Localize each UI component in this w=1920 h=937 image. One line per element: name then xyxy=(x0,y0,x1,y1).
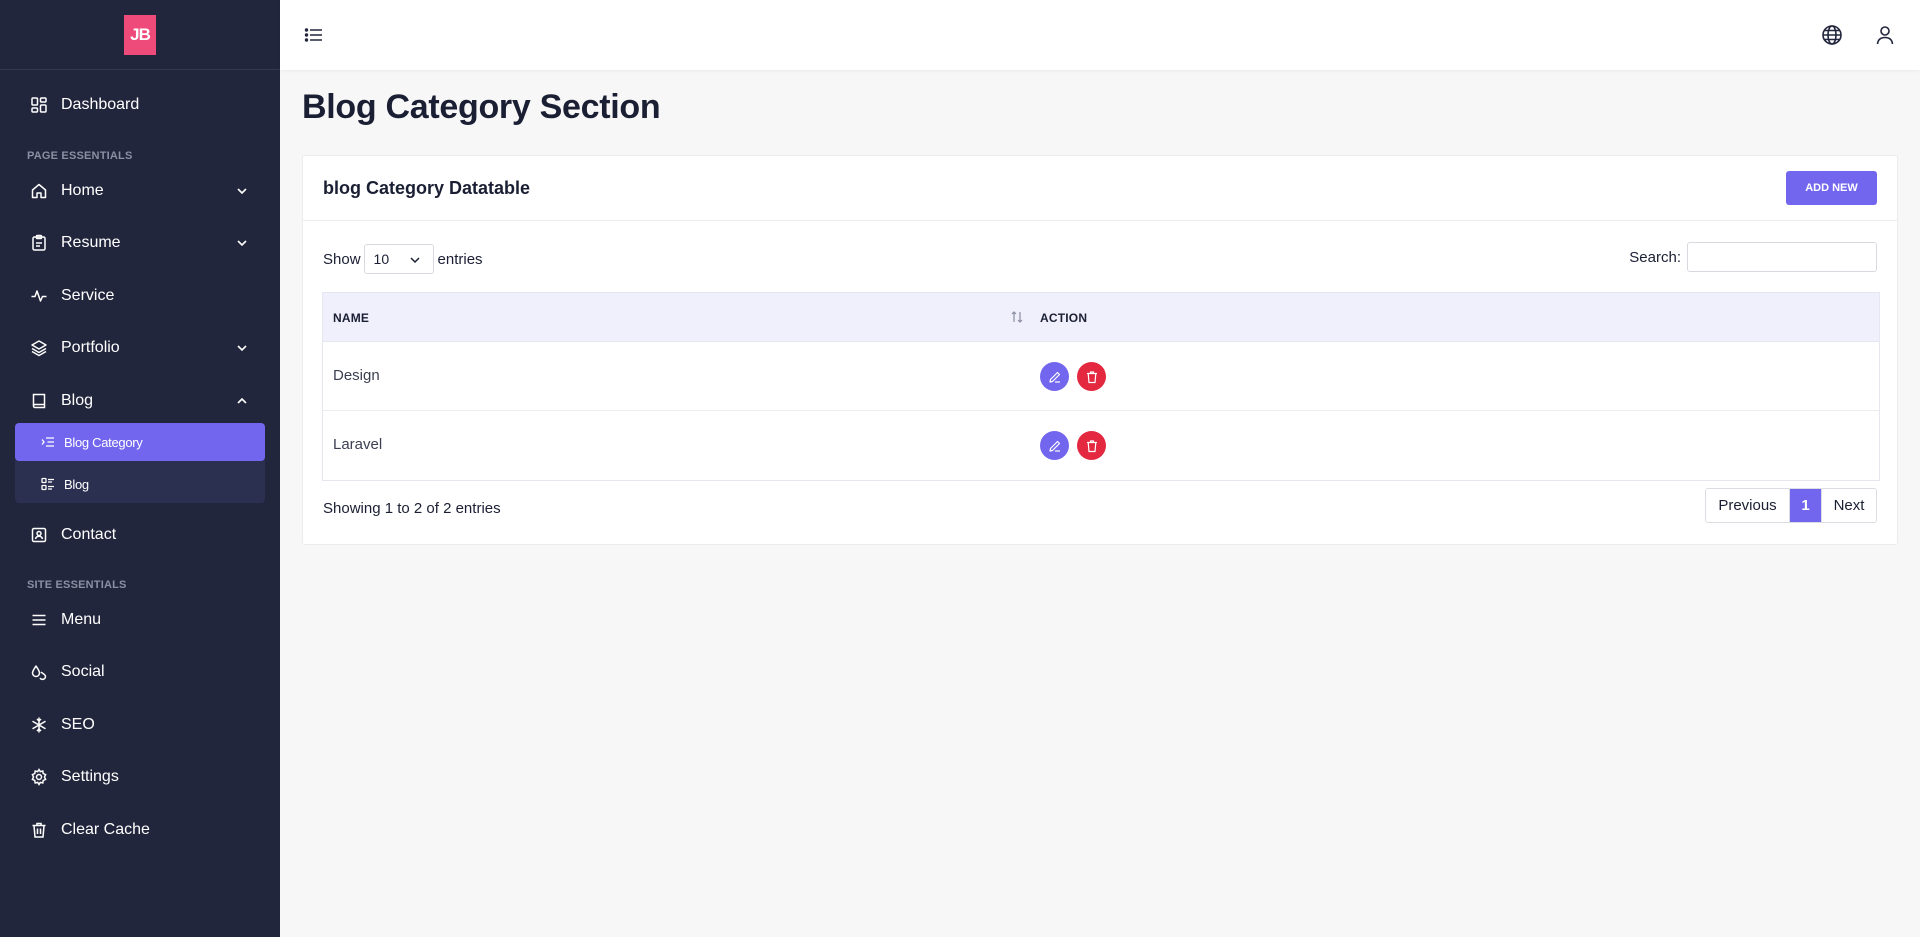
datatable-card: blog Category Datatable ADD NEW Show 10 … xyxy=(302,155,1898,545)
entries-label: entries xyxy=(437,250,483,268)
sidebar-item-menu[interactable]: Menu xyxy=(0,600,280,640)
user-icon[interactable] xyxy=(1874,24,1896,46)
sidebar-logo-area: JB xyxy=(0,0,280,70)
pagination: Previous 1 Next xyxy=(1705,488,1877,523)
table-row: Design xyxy=(323,342,1879,411)
add-new-button[interactable]: ADD NEW xyxy=(1786,171,1877,205)
sidebar-subitem-blog[interactable]: Blog xyxy=(15,465,265,503)
card-title: blog Category Datatable xyxy=(323,178,531,198)
entries-length-control: Show 10 entries xyxy=(323,244,483,274)
layers-icon xyxy=(30,339,48,357)
list-details-icon xyxy=(41,477,55,491)
pencil-icon xyxy=(1048,440,1060,452)
sidebar-subitem-blog-category[interactable]: Blog Category xyxy=(15,423,265,461)
sidebar-item-label: Settings xyxy=(61,768,119,785)
edit-button[interactable] xyxy=(1040,362,1069,391)
search-control: Search: xyxy=(1629,242,1877,272)
home-icon xyxy=(30,182,48,200)
clipboard-icon xyxy=(30,234,48,252)
pagination-page-button[interactable]: 1 xyxy=(1790,489,1821,522)
sidebar-item-label: Contact xyxy=(61,526,117,543)
menu-toggle-icon[interactable] xyxy=(303,24,325,46)
menu-lines-icon xyxy=(30,611,48,629)
chevron-down-icon xyxy=(410,257,420,264)
sidebar-item-label: SEO xyxy=(61,716,95,733)
book-icon xyxy=(30,392,48,410)
sidebar-item-portfolio[interactable]: Portfolio xyxy=(0,328,280,368)
sidebar-item-clear-cache[interactable]: Clear Cache xyxy=(0,810,280,850)
sidebar-subitem-label: Blog Category xyxy=(64,434,143,450)
sidebar-item-label: Portfolio xyxy=(61,339,120,356)
chevron-down-icon xyxy=(237,240,247,247)
sidebar-section-site-essentials: SITE ESSENTIALS xyxy=(27,579,127,591)
dashboard-icon xyxy=(30,96,48,114)
activity-icon xyxy=(30,287,48,305)
trash-icon xyxy=(1086,370,1097,383)
column-header-name[interactable]: NAME xyxy=(333,311,369,325)
sort-icon[interactable] xyxy=(1010,310,1024,324)
delete-button[interactable] xyxy=(1077,362,1106,391)
category-name: Design xyxy=(333,367,380,384)
sidebar-item-contact[interactable]: Contact xyxy=(0,515,280,555)
blog-category-table: NAME ACTION Design Laravel xyxy=(322,292,1880,481)
pagination-next-button[interactable]: Next xyxy=(1821,489,1876,522)
entries-select[interactable]: 10 xyxy=(363,244,434,274)
sidebar-item-home[interactable]: Home xyxy=(0,171,280,211)
gear-icon xyxy=(30,768,48,786)
column-header-action: ACTION xyxy=(1040,311,1088,325)
sidebar-item-social[interactable]: Social xyxy=(0,652,280,692)
trash-icon xyxy=(1086,439,1097,452)
chevron-down-icon xyxy=(237,188,247,195)
sidebar-item-settings[interactable]: Settings xyxy=(0,757,280,797)
search-input[interactable] xyxy=(1687,242,1877,272)
sidebar-item-label: Menu xyxy=(61,611,102,628)
snowflake-icon xyxy=(30,716,48,734)
edit-button[interactable] xyxy=(1040,431,1069,460)
category-name: Laravel xyxy=(333,436,383,453)
show-label: Show xyxy=(323,250,361,268)
sidebar-item-label: Dashboard xyxy=(61,96,140,113)
sidebar-item-dashboard[interactable]: Dashboard xyxy=(0,85,280,125)
delete-button[interactable] xyxy=(1077,431,1106,460)
sidebar: JB Dashboard PAGE ESSENTIALS Home Resume… xyxy=(0,0,280,937)
search-label: Search: xyxy=(1629,248,1681,266)
pagination-previous-button[interactable]: Previous xyxy=(1706,489,1790,522)
entries-select-value: 10 xyxy=(373,251,390,267)
page-title: Blog Category Section xyxy=(302,88,661,126)
sidebar-section-page-essentials: PAGE ESSENTIALS xyxy=(27,150,133,162)
chevron-down-icon xyxy=(237,345,247,352)
chevron-up-icon xyxy=(237,397,247,404)
table-header: NAME ACTION xyxy=(323,293,1879,342)
sidebar-item-label: Home xyxy=(61,182,104,199)
sidebar-item-label: Social xyxy=(61,663,105,680)
sidebar-item-service[interactable]: Service xyxy=(0,276,280,316)
sidebar-item-seo[interactable]: SEO xyxy=(0,705,280,745)
table-row: Laravel xyxy=(323,411,1879,480)
trash-icon xyxy=(30,821,48,839)
sidebar-item-blog[interactable]: Blog xyxy=(0,381,280,421)
sidebar-item-label: Service xyxy=(61,287,115,304)
brand-logo[interactable]: JB xyxy=(124,14,156,55)
sidebar-item-resume[interactable]: Resume xyxy=(0,223,280,263)
droplets-icon xyxy=(30,663,48,681)
list-indent-icon xyxy=(41,435,55,449)
card-header: blog Category Datatable ADD NEW xyxy=(303,156,1897,221)
globe-icon[interactable] xyxy=(1821,24,1843,46)
pencil-icon xyxy=(1048,371,1060,383)
sidebar-item-label: Blog xyxy=(61,392,94,409)
table-info: Showing 1 to 2 of 2 entries xyxy=(323,500,501,517)
sidebar-item-label: Resume xyxy=(61,234,121,251)
sidebar-item-label: Clear Cache xyxy=(61,821,150,838)
contact-icon xyxy=(30,526,48,544)
top-bar xyxy=(280,0,1920,70)
sidebar-subitem-label: Blog xyxy=(64,476,89,492)
